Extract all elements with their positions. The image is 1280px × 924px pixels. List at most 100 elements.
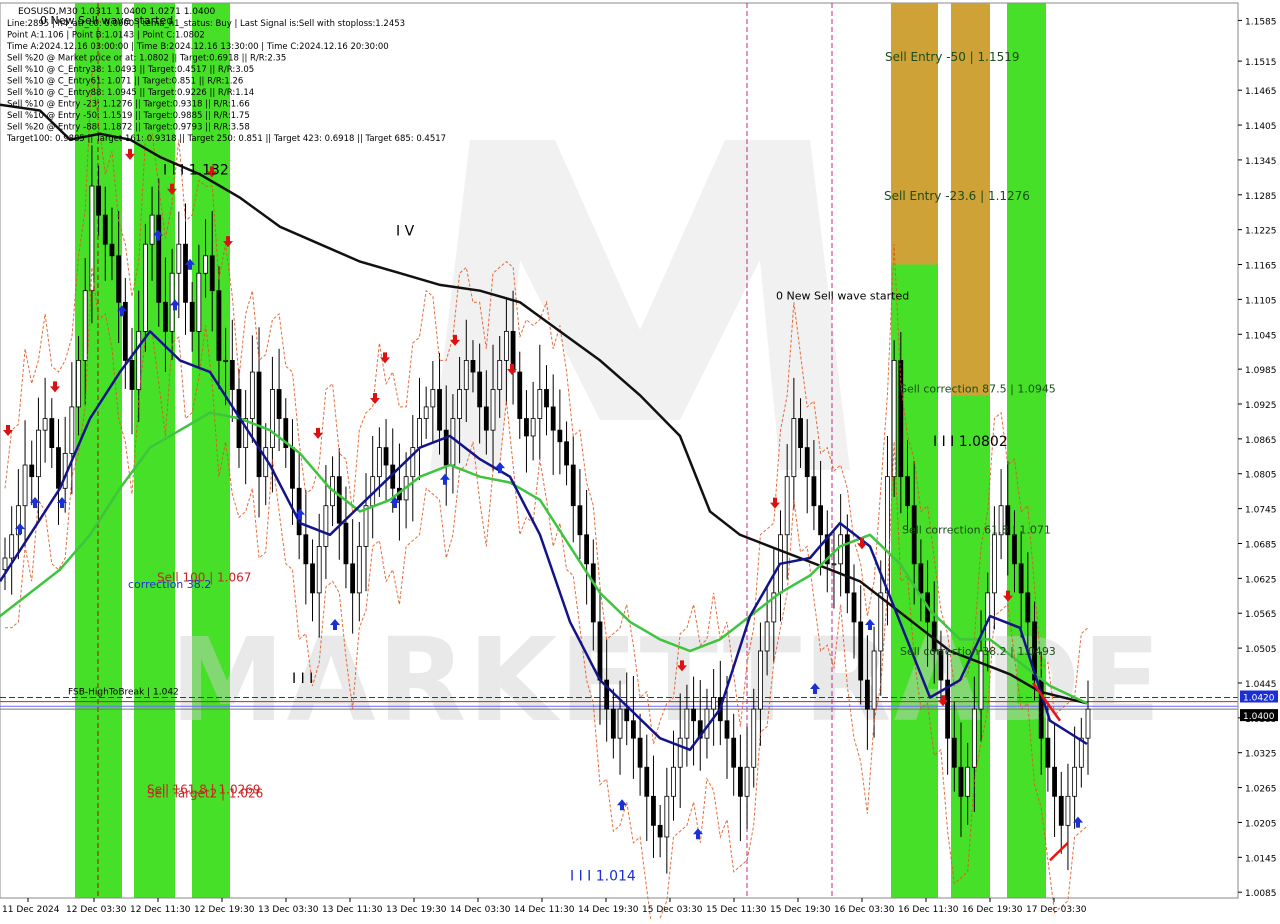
y-tick-label: 1.0925 — [1245, 401, 1277, 411]
info-line: Sell %10 @ C_Entry38: 1.0493 || Target:0… — [7, 65, 254, 75]
candle-body — [350, 563, 356, 594]
candle-body — [136, 330, 142, 390]
candle-body — [336, 476, 342, 524]
candle-body — [437, 389, 442, 431]
candle-body — [29, 464, 35, 478]
candle-body — [463, 360, 469, 390]
annotation-label: I I I 1.132 — [163, 162, 229, 178]
x-tick-label: 16 Dec 19:30 — [962, 905, 1023, 915]
y-tick-label: 1.0565 — [1245, 610, 1277, 620]
candle-body — [804, 447, 810, 478]
candle-body — [423, 406, 429, 419]
candle-body — [457, 389, 462, 419]
price-tag-label: 1.0400 — [1243, 712, 1275, 722]
candle-body — [1045, 737, 1051, 768]
candle-body — [1025, 592, 1031, 623]
candle-body — [303, 534, 309, 565]
x-tick-label: 15 Dec 03:30 — [642, 905, 703, 915]
candle-body — [1085, 708, 1091, 739]
candle-body — [557, 429, 563, 443]
candle-body — [724, 720, 730, 739]
candle-body — [1065, 795, 1071, 826]
annotation-label: Sell correction 38.2 | 1.0493 — [900, 645, 1056, 658]
x-tick-label: 13 Dec 19:30 — [386, 905, 447, 915]
candle-body — [363, 505, 369, 547]
candle-body — [82, 290, 88, 361]
x-tick-label: 12 Dec 03:30 — [66, 905, 127, 915]
candle-body — [664, 795, 670, 838]
candle-body — [744, 766, 750, 797]
info-line: Time A:2024.12.16 03:00:00 | Time B:2024… — [6, 42, 389, 52]
candle-body — [229, 360, 235, 390]
info-line: Target100: 0.9885 || Target 161: 0.9318 … — [6, 134, 446, 144]
x-tick-label: 17 Dec 03:30 — [1026, 905, 1087, 915]
candle-body — [671, 766, 676, 797]
green-zone-6 — [1007, 3, 1046, 898]
candle-body — [831, 563, 837, 566]
candle-body — [42, 418, 48, 431]
candle-body — [651, 795, 656, 826]
candle-body — [905, 476, 910, 507]
candle-body — [310, 563, 315, 594]
annotation-label: I I I — [292, 671, 313, 687]
candle-body — [483, 406, 489, 431]
chart-svg[interactable]: MARKETTRADEFSB-HighToBreak | 1.0420 New … — [0, 0, 1280, 924]
candle-body — [216, 290, 222, 361]
y-tick-label: 1.1515 — [1245, 58, 1277, 68]
info-line: Sell %10 @ C_Entry61: 1.071 || Target:0.… — [7, 77, 243, 87]
candle-body — [958, 766, 964, 797]
candle-body — [657, 824, 663, 838]
x-tick-label: 16 Dec 03:30 — [834, 905, 895, 915]
y-tick-label: 1.0085 — [1245, 889, 1277, 899]
candle-body — [524, 418, 529, 437]
y-tick-label: 1.0145 — [1245, 854, 1277, 864]
candle-body — [383, 447, 389, 466]
candle-body — [858, 621, 864, 681]
candle-body — [838, 534, 844, 565]
x-tick-label: 14 Dec 03:30 — [450, 905, 511, 915]
candle-body — [156, 214, 162, 303]
candle-body — [570, 464, 576, 507]
y-tick-label: 1.0685 — [1245, 540, 1277, 550]
candle-body — [503, 330, 509, 361]
candle-body — [784, 476, 790, 536]
info-line: Line:2895 | h4_atr_c0: 0.0000 | tema_h1_… — [7, 19, 405, 29]
x-tick-label: 16 Dec 11:30 — [898, 905, 959, 915]
candle-body — [965, 766, 971, 797]
y-tick-label: 1.1585 — [1245, 17, 1277, 27]
y-tick-label: 1.1465 — [1245, 87, 1277, 97]
candle-body — [737, 766, 743, 797]
x-tick-label: 13 Dec 11:30 — [322, 905, 383, 915]
candle-body — [918, 563, 924, 594]
annotation-label: I I I 1.014 — [570, 869, 636, 885]
candle-body — [76, 360, 81, 408]
y-tick-label: 1.1405 — [1245, 122, 1277, 132]
candle-body — [22, 464, 28, 507]
candle-body — [56, 447, 61, 489]
info-line: Point A:1.106 | Point B:1.0143 | Point C… — [7, 31, 205, 41]
x-tick-label: 15 Dec 11:30 — [706, 905, 767, 915]
x-tick-label: 13 Dec 03:30 — [258, 905, 319, 915]
x-tick-label: 12 Dec 19:30 — [194, 905, 255, 915]
candle-body — [189, 301, 195, 332]
candle-body — [223, 360, 229, 362]
y-tick-label: 1.1165 — [1245, 262, 1277, 272]
candle-body — [951, 737, 957, 768]
info-line: Sell %10 @ C_Entry88: 1.0945 || Target:0… — [7, 88, 254, 98]
candle-body — [811, 476, 817, 507]
candle-body — [577, 505, 583, 536]
candle-body — [1072, 766, 1078, 797]
candle-body — [209, 255, 215, 292]
candle-body — [758, 650, 763, 710]
candle-body — [597, 621, 603, 681]
candle-body — [36, 429, 41, 478]
price-tag-label: 1.0420 — [1243, 693, 1275, 703]
y-tick-label: 1.0805 — [1245, 471, 1277, 481]
candle-body — [878, 592, 884, 652]
candle-body — [530, 418, 536, 437]
candle-body — [69, 406, 75, 454]
y-tick-label: 1.1105 — [1245, 296, 1277, 306]
annotation-label: Sell correction 87.5 | 1.0945 — [900, 382, 1056, 395]
annotation-label: Sell Entry -23.6 | 1.1276 — [884, 189, 1030, 203]
candle-body — [49, 418, 55, 448]
